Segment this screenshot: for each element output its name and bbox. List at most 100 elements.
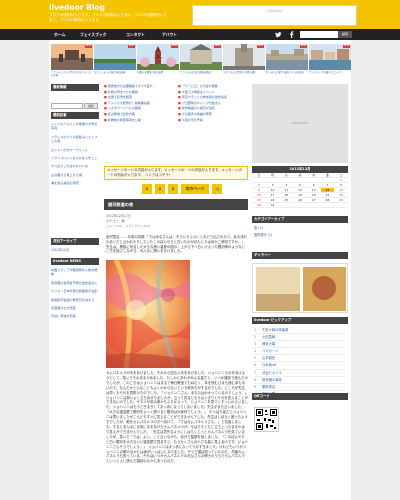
gallery-images[interactable]	[252, 263, 348, 313]
thumb-caption[interactable]: イギリスの大聖堂と石畳の通り	[223, 71, 265, 77]
nav-search-button[interactable]: 検索	[338, 31, 352, 38]
facebook-icon[interactable]	[288, 31, 295, 38]
latest-item[interactable]: やっぱりこれはかわいいな	[51, 164, 98, 168]
ranking-row[interactable]: 1 午前十時の映画祭	[254, 327, 346, 335]
left-search-input[interactable]	[51, 103, 83, 109]
nav-home[interactable]: ホーム	[54, 29, 65, 40]
latest-item[interactable]: フランスのパリの街並みとエッフェル塔	[51, 135, 98, 144]
twitter-icon[interactable]	[275, 31, 282, 38]
thumb-item[interactable]: NEW ヴェネツィアの運河とゴンドラ	[309, 44, 351, 77]
thumb-image[interactable]: NEW	[266, 44, 308, 70]
left-search-button[interactable]: 検索	[84, 103, 98, 109]
bullet-icon: ■	[104, 89, 107, 94]
blog-link[interactable]: 東京都の新年度予算が過去最大に	[51, 281, 98, 285]
new-badge: NEW	[256, 44, 264, 48]
category-link[interactable]: 旅 (3)	[254, 226, 263, 230]
latest-item[interactable]: ドイツのベルリン大聖堂の夕景の写真	[51, 122, 98, 131]
article-title[interactable]: 銀河鉄道の夜	[104, 199, 248, 210]
latest-item[interactable]: 山の麓から見上げる城	[51, 173, 98, 177]
thumb-image[interactable]: NEW	[180, 44, 222, 70]
bullet-icon: ■	[178, 89, 181, 94]
left-news-heading: 最新情報	[51, 84, 99, 91]
blog-link[interactable]: 中国メディアが報道陣の入場を規制	[51, 268, 98, 277]
news-item[interactable]: ■ 今週の天気予報	[178, 118, 248, 122]
news-item[interactable]: ■ リオのカーニバルが開幕	[104, 106, 174, 110]
left-latest-list: ドイツのベルリン大聖堂の夕景の写真 フランスのパリの街並みとエッフェル塔 ロンド…	[51, 122, 98, 190]
calendar-day[interactable]: 30	[252, 203, 266, 208]
blog-title[interactable]: livedoor Blog	[49, 3, 105, 13]
thumb-image[interactable]: NEW	[137, 44, 179, 70]
thumb-caption[interactable]: ブランデンブルク門から見たベルリンの夕景	[51, 71, 93, 77]
new-badge: NEW	[84, 44, 92, 48]
ranking-row[interactable]: 6 乃木坂46	[254, 362, 346, 370]
nav-contact[interactable]: コンタクト	[126, 29, 145, 40]
news-item[interactable]: ■ 新作映画の公開日が決定	[178, 106, 248, 110]
thumb-item[interactable]: NEW ブランデンブルク門から見たベルリンの夕景	[51, 44, 93, 77]
news-item[interactable]: ■ プロ野球のキャンプが始まる	[178, 101, 248, 105]
news-item[interactable]: ■ 人気歌手の新曲が発売	[178, 112, 248, 116]
blog-link[interactable]: 新型携帯電話の発売日が決まる	[51, 298, 98, 302]
latest-item[interactable]: フランスにいくならかならずここ	[51, 156, 98, 160]
blog-link[interactable]: 列島に寒波が到来	[51, 314, 98, 318]
article-date: 2012年12月17日	[106, 214, 132, 218]
news-item[interactable]: ■ 名古屋城で記念式典	[104, 112, 174, 116]
ranking-row[interactable]: 9 悪役商会	[254, 384, 346, 391]
thumb-image[interactable]: NEW	[223, 44, 265, 70]
blog-description: ブログの説明が入ります。ブログの説明が入ります。ブログの説明が入ります。ブログの…	[49, 13, 167, 22]
header-ad-banner[interactable]: 728x90px	[192, 5, 357, 26]
article-image[interactable]	[106, 260, 190, 368]
bullet-icon: ■	[104, 100, 107, 105]
nav-about[interactable]: アバウト	[162, 29, 177, 40]
message-board: メッセージボードの内容が入ります。メッセージボードの内容が入ります。メッセージボ…	[104, 166, 248, 180]
news-item[interactable]: ■ 新幹線の新型車両を公開	[104, 118, 174, 122]
thumb-item[interactable]: NEW 京都の五重塔と桜の風景	[137, 44, 179, 77]
nav-search-input[interactable]	[300, 31, 338, 38]
latest-item[interactable]: 海を渡る鉄道の風景	[51, 181, 98, 185]
thumb-item[interactable]: NEW スウェーデンの湖と緑の森林	[94, 44, 136, 77]
thumb-image[interactable]: NEW	[51, 44, 93, 70]
thumb-caption[interactable]: フランスの古城と庭園の眺め	[180, 71, 222, 77]
thumb-image[interactable]: NEW	[94, 44, 136, 70]
news-item[interactable]: ■ 「ゲーム王」の大会が開催	[178, 84, 248, 88]
latest-item[interactable]: ロンドンのタワーブリッジ	[51, 148, 98, 152]
ranking-row[interactable]: 2 小田急線	[254, 334, 346, 342]
ranking-row[interactable]: 3 興安大橋	[254, 341, 346, 349]
news-item[interactable]: ■ アメリカ大統領の一般教書演説	[104, 101, 174, 105]
news-item[interactable]: ■ 札幌の雪まつりが開幕	[104, 90, 174, 94]
ranking-row[interactable]: 8 信号機の事故	[254, 377, 346, 384]
ranking-row[interactable]: 5 山本耕史	[254, 355, 346, 363]
calendar-day[interactable]: 31	[265, 203, 280, 208]
blog-link[interactable]: 宇宙飛行士が帰還	[51, 306, 98, 310]
calendar-day	[279, 203, 294, 208]
right-ad-banner[interactable]: 300x250px	[252, 84, 348, 163]
news-item[interactable]: ■ 大阪で大規模なイベント	[178, 90, 248, 94]
ranking-row[interactable]: 4 ハマカーン	[254, 348, 346, 356]
archive-item[interactable]: 2012年12月	[51, 248, 98, 252]
article-body: カムパネルラが手をあげました。それから四五人手をあげました。ジョバンニも手をあげ…	[106, 371, 250, 464]
news-item[interactable]: ■ 東京マラソンの参加者が過去最多	[178, 95, 248, 99]
qr-code	[254, 407, 279, 432]
page-2-link[interactable]: 2	[155, 184, 165, 194]
blog-link[interactable]: サッカー日本代表の新監督が決定	[51, 289, 98, 293]
thumb-caption[interactable]: ヴェネツィアの運河とゴンドラ	[309, 71, 351, 77]
thumb-item[interactable]: NEW イギリスの大聖堂と石畳の通り	[223, 44, 265, 77]
last-page-link[interactable]: »|	[212, 184, 222, 194]
news-item[interactable]: ■ 関西地方の主要路線でダイヤ乱れ	[104, 84, 174, 88]
ranking-row[interactable]: 7 渋谷ヒカリエ	[254, 370, 346, 377]
page-1-link[interactable]: 1	[142, 184, 152, 194]
news-item[interactable]: ■ 全国で初雪を観測	[104, 95, 174, 99]
category-link[interactable]: 国内旅行 (1)	[254, 233, 272, 237]
thumb-caption[interactable]: スウェーデンの湖と緑の森林	[94, 71, 136, 77]
new-badge: NEW	[127, 44, 135, 48]
thumb-item[interactable]: NEW セーヌ川に架かる橋とパリの街並み	[266, 44, 308, 77]
article-tools[interactable]: コメント(0) トラックバック(0)	[106, 224, 248, 230]
thumb-caption[interactable]: 京都の五重塔と桜の風景	[137, 71, 179, 77]
next-page-link[interactable]: 次のページ	[181, 184, 209, 194]
thumb-caption[interactable]: セーヌ川に架かる橋とパリの街並み	[266, 71, 308, 77]
thumb-image[interactable]: NEW	[309, 44, 351, 70]
thumb-item[interactable]: NEW フランスの古城と庭園の眺め	[180, 44, 222, 77]
page-3-link[interactable]: 3	[168, 184, 178, 194]
gallery-heading: ギャラリー	[252, 252, 348, 259]
nav-facebook[interactable]: フェイスブック	[80, 29, 106, 40]
article-category[interactable]: カテゴリ：旅	[106, 219, 125, 223]
